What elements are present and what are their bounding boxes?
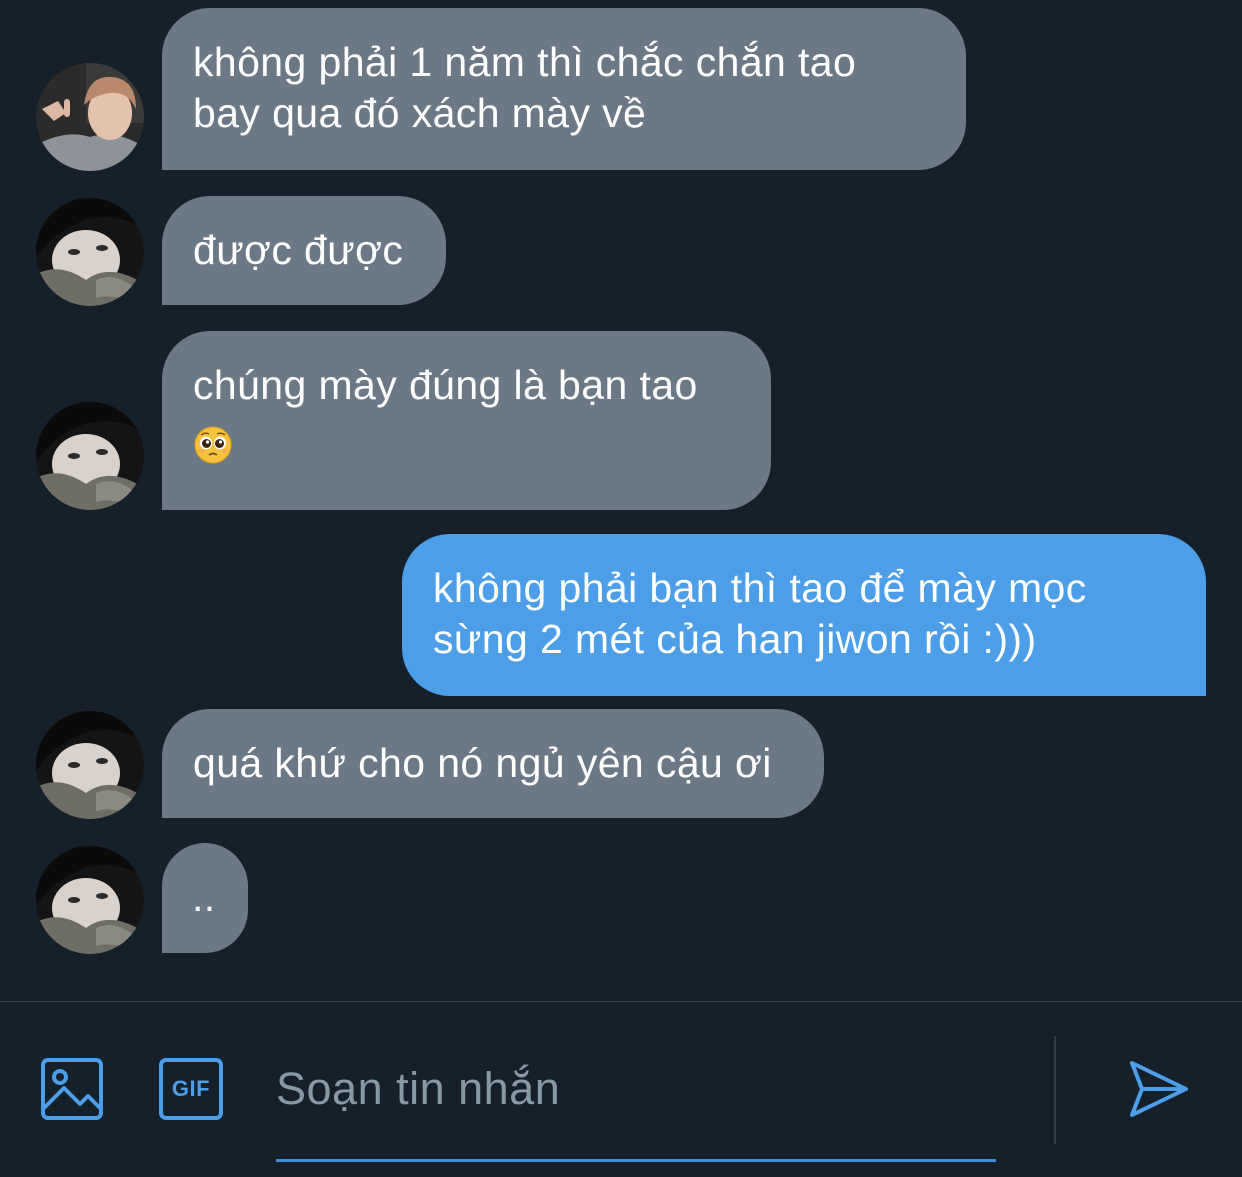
message-text: không phải bạn thì tao để mày mọc	[433, 565, 1087, 611]
message-bubble-incoming[interactable]: không phải 1 năm thì chắc chắn tao bay q…	[162, 8, 966, 170]
message-text: bay qua đó xách mày về	[193, 90, 647, 136]
pleading-face-emoji	[193, 425, 741, 465]
message-bubble-outgoing[interactable]: không phải bạn thì tao để mày mọc sừng 2…	[402, 534, 1206, 696]
image-icon[interactable]	[40, 1057, 104, 1126]
message-bubble-incoming[interactable]: được được	[162, 196, 446, 305]
avatar[interactable]	[36, 846, 144, 954]
send-divider	[1054, 1036, 1056, 1144]
input-focus-underline	[276, 1159, 996, 1162]
avatar[interactable]	[36, 711, 144, 819]
dm-conversation-screen: không phải 1 năm thì chắc chắn tao bay q…	[0, 0, 1242, 1177]
message-text: không phải 1 năm thì chắc chắn tao	[193, 39, 857, 85]
message-text: sừng 2 mét của han jiwon rồi :)))	[433, 616, 1037, 662]
message-text: quá khứ cho nó ngủ yên cậu ơi	[193, 740, 772, 786]
message-text: ..	[192, 874, 216, 920]
message-compose-input[interactable]	[276, 1058, 996, 1120]
composer-divider	[0, 1001, 1242, 1002]
message-text: được được	[193, 227, 404, 273]
avatar[interactable]	[36, 198, 144, 306]
message-bubble-incoming[interactable]: chúng mày đúng là bạn tao	[162, 331, 771, 510]
avatar[interactable]	[36, 63, 144, 171]
message-bubble-incoming[interactable]: ..	[162, 843, 248, 953]
send-icon[interactable]	[1126, 1057, 1190, 1126]
message-text: chúng mày đúng là bạn tao	[193, 362, 698, 408]
gif-label: GIF	[171, 1076, 211, 1101]
message-bubble-incoming[interactable]: quá khứ cho nó ngủ yên cậu ơi	[162, 709, 824, 818]
gif-button[interactable]: GIF	[158, 1057, 224, 1121]
avatar[interactable]	[36, 402, 144, 510]
